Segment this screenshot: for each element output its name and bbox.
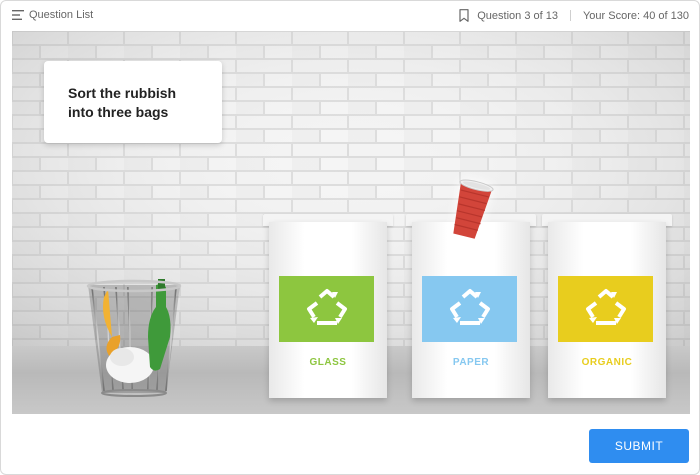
recycle-icon <box>585 289 626 325</box>
score-display: Your Score: 40 of 130 <box>582 9 689 22</box>
paper-bin-drop-zone[interactable] <box>422 276 517 342</box>
organic-bin[interactable]: ORGANIC <box>542 214 672 398</box>
quiz-header: Question List Question 3 of 13 Your Scor… <box>1 1 699 31</box>
instruction-line-2: into three bags <box>68 104 169 120</box>
instruction-line-1: Sort the rubbish <box>68 85 177 101</box>
submit-button[interactable]: SUBMIT <box>589 429 689 463</box>
drag-drop-scene: Sort the rubbish into three bags GLASS P… <box>12 31 690 414</box>
instruction-card: Sort the rubbish into three bags <box>44 61 222 143</box>
question-progress: Question 3 of 13 <box>477 9 558 22</box>
header-divider <box>569 10 571 21</box>
glass-bin-drop-zone[interactable] <box>279 276 374 342</box>
question-list-link[interactable]: Question List <box>12 9 93 21</box>
list-icon <box>12 10 24 20</box>
glass-bin-label: GLASS <box>309 357 347 368</box>
recycle-icon <box>306 289 347 325</box>
organic-bin-drop-zone[interactable] <box>558 276 653 342</box>
bookmark-icon[interactable] <box>459 9 469 22</box>
glass-bin[interactable]: GLASS <box>263 214 393 398</box>
quiz-window: Question List Question 3 of 13 Your Scor… <box>0 0 700 475</box>
paper-cup-draggable-icon[interactable] <box>445 173 497 243</box>
question-list-label: Question List <box>29 9 94 21</box>
trash-can-icon <box>86 279 182 397</box>
paper-bin-label: PAPER <box>452 357 490 368</box>
organic-bin-label: ORGANIC <box>581 357 633 368</box>
recycle-icon <box>449 289 490 325</box>
header-status: Question 3 of 13 Your Score: 40 of 130 <box>459 9 689 22</box>
